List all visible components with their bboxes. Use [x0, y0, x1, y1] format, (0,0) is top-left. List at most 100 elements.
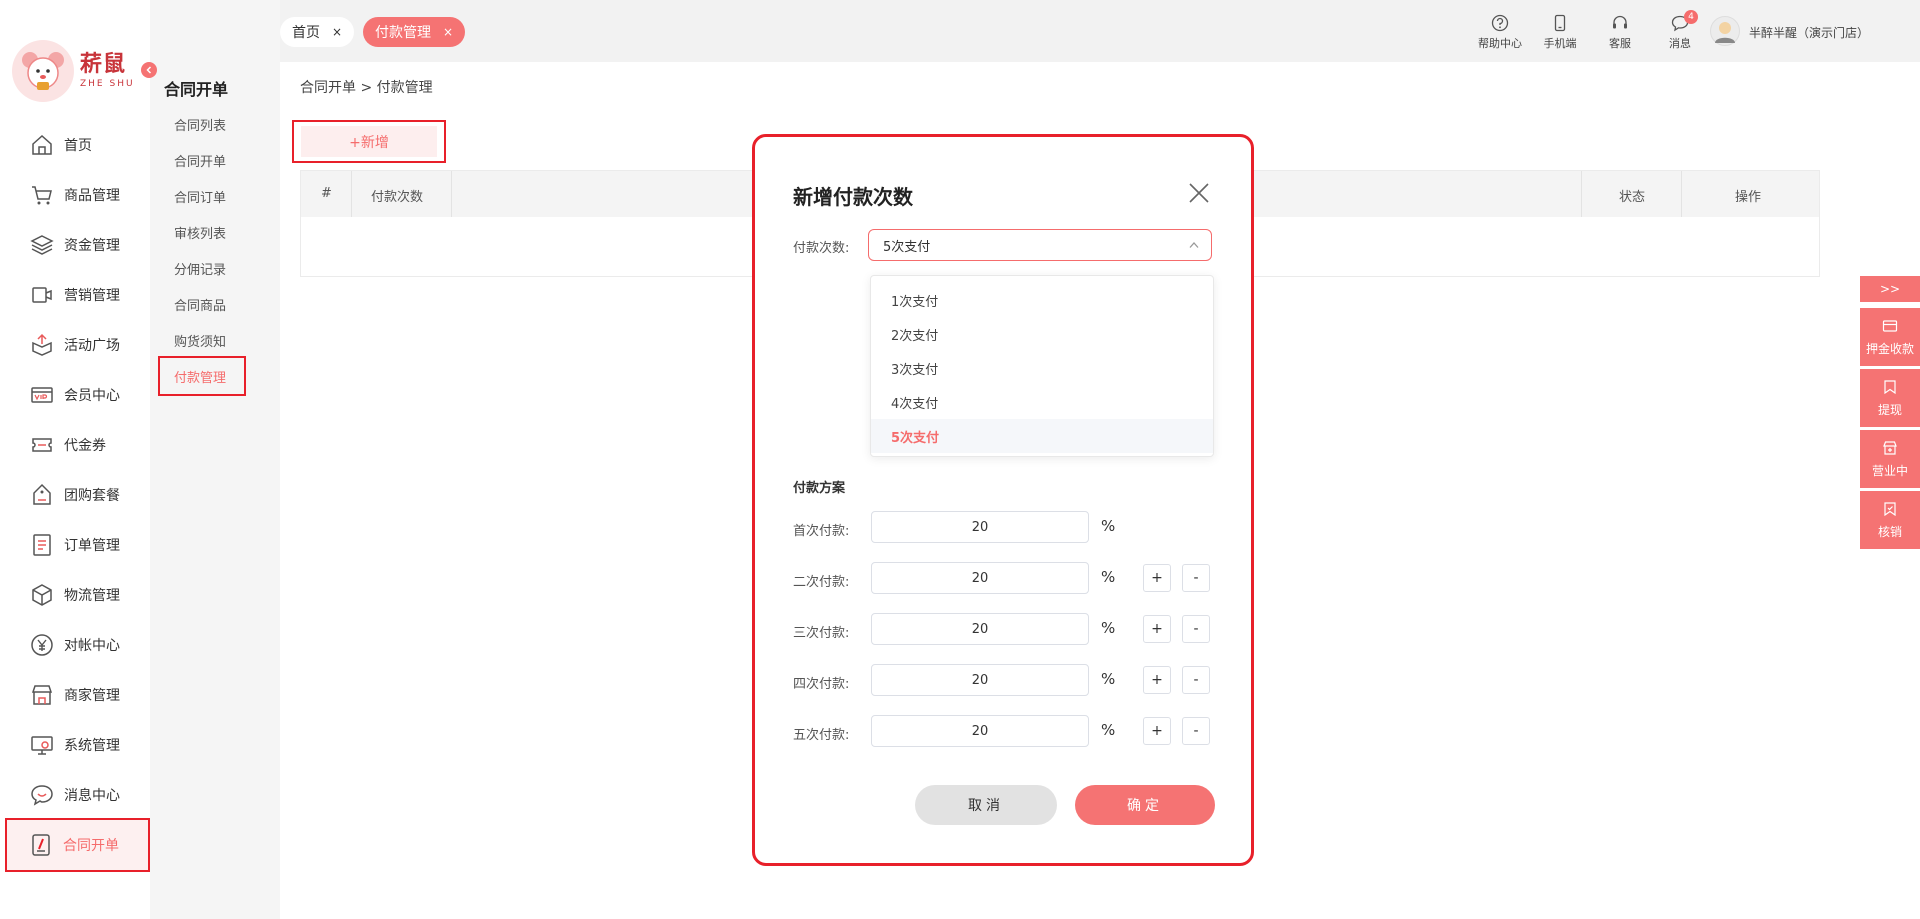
- sidebar-item-messages[interactable]: 消息中心: [6, 770, 150, 820]
- dropdown-option[interactable]: 1次支付: [871, 283, 1213, 317]
- th-index: #: [321, 186, 332, 201]
- brand-name-cn: 菥鼠: [80, 51, 127, 77]
- add-row-button[interactable]: +: [1143, 615, 1171, 643]
- add-row-button[interactable]: +: [1143, 564, 1171, 592]
- mobile-button[interactable]: 手机端: [1530, 14, 1590, 51]
- business-status-button[interactable]: 营业中: [1860, 430, 1920, 488]
- add-button[interactable]: +新增: [301, 126, 437, 157]
- second-payment-input[interactable]: [871, 562, 1089, 594]
- sidebar-item-label: 系统管理: [64, 738, 120, 754]
- withdraw-button[interactable]: 提现: [1860, 369, 1920, 427]
- sidebar-item-home[interactable]: 首页: [6, 120, 150, 170]
- panel-item-label: 押金收款: [1865, 342, 1914, 356]
- fifth-payment-input[interactable]: [871, 715, 1089, 747]
- confirm-button[interactable]: 确定: [1075, 785, 1215, 825]
- user-name[interactable]: 半醉半醒（演示门店）: [1749, 24, 1869, 41]
- payment-row-label: 三次付款:: [793, 626, 850, 641]
- deposit-collect-button[interactable]: 押金收款: [1860, 308, 1920, 366]
- sidebar-item-system[interactable]: 系统管理: [6, 720, 150, 770]
- percent-sign: %: [1101, 517, 1116, 535]
- package-icon: [32, 584, 52, 606]
- dropdown-option[interactable]: 2次支付: [871, 317, 1213, 351]
- sidebar-item-activities[interactable]: 活动广场: [6, 320, 150, 370]
- remove-row-button[interactable]: -: [1182, 615, 1210, 643]
- percent-sign: %: [1101, 670, 1116, 688]
- panel-toggle-button[interactable]: >>: [1860, 276, 1920, 302]
- user-avatar-icon: [1715, 22, 1735, 43]
- sub-item-contract-create[interactable]: 合同开单: [174, 151, 226, 170]
- add-row-button[interactable]: +: [1143, 666, 1171, 694]
- sub-item-contract-orders[interactable]: 合同订单: [174, 187, 226, 206]
- sidebar-item-members[interactable]: 会员中心: [6, 370, 150, 420]
- top-bar: 首页 × 付款管理 × 帮助中心 手机端 客服 4 消息 半醉半醒（演示门店）: [280, 0, 1920, 62]
- third-payment-input[interactable]: [871, 613, 1089, 645]
- avatar[interactable]: [1710, 16, 1740, 46]
- dropdown-option[interactable]: 3次支付: [871, 351, 1213, 385]
- payment-times-select[interactable]: 5次支付: [868, 229, 1212, 261]
- dropdown-option-selected[interactable]: 5次支付: [871, 419, 1213, 453]
- sidebar-item-label: 对帐中心: [64, 638, 120, 654]
- sidebar-item-orders[interactable]: 订单管理: [6, 520, 150, 570]
- sidebar-item-marketing[interactable]: 营销管理: [6, 270, 150, 320]
- sidebar-item-reconciliation[interactable]: 对帐中心: [6, 620, 150, 670]
- add-button-highlight: +新增: [292, 120, 446, 163]
- messages-button[interactable]: 4 消息: [1650, 10, 1710, 51]
- tab-close-icon[interactable]: ×: [332, 25, 342, 39]
- sidebar-item-funds[interactable]: 资金管理: [6, 220, 150, 270]
- card-icon: [1882, 320, 1898, 332]
- dialog-title: 新增付款次数: [793, 185, 913, 209]
- sidebar-item-contract[interactable]: 合同开单: [5, 818, 150, 872]
- cart-icon: [32, 186, 52, 205]
- sidebar-item-label: 消息中心: [64, 788, 120, 804]
- sub-item-contract-list[interactable]: 合同列表: [174, 115, 226, 134]
- sidebar-item-label: 商品管理: [64, 188, 120, 204]
- remove-row-button[interactable]: -: [1182, 717, 1210, 745]
- sidebar-item-label: 物流管理: [64, 588, 120, 604]
- payment-row-label: 二次付款:: [793, 575, 850, 590]
- sidebar-item-group-buy[interactable]: 团购套餐: [6, 470, 150, 520]
- remove-row-button[interactable]: -: [1182, 666, 1210, 694]
- message-count-badge: 4: [1684, 10, 1698, 24]
- collapse-sidebar-button[interactable]: [141, 62, 157, 78]
- fourth-payment-input[interactable]: [871, 664, 1089, 696]
- tab-close-icon[interactable]: ×: [443, 25, 453, 39]
- sidebar-item-logistics[interactable]: 物流管理: [6, 570, 150, 620]
- customer-service-button[interactable]: 客服: [1590, 14, 1650, 51]
- tool-label: 消息: [1669, 37, 1691, 50]
- bookmark-icon: [1884, 380, 1896, 395]
- tab-payment-management[interactable]: 付款管理 ×: [363, 17, 465, 47]
- verify-button[interactable]: 核销: [1860, 491, 1920, 549]
- brand-logo[interactable]: 菥鼠 ZHE SHU: [12, 40, 142, 102]
- select-value: 5次支付: [883, 239, 931, 255]
- sub-item-purchase-notice[interactable]: 购货须知: [174, 331, 226, 350]
- sub-item-review-list[interactable]: 审核列表: [174, 223, 226, 242]
- first-payment-input[interactable]: [871, 511, 1089, 543]
- percent-sign: %: [1101, 721, 1116, 739]
- panel-item-label: 营业中: [1871, 464, 1908, 478]
- close-icon[interactable]: [1188, 182, 1210, 204]
- sidebar-item-merchants[interactable]: 商家管理: [6, 670, 150, 720]
- dropdown-option[interactable]: 4次支付: [871, 385, 1213, 419]
- th-status: 状态: [1619, 190, 1646, 205]
- marketing-icon: [32, 287, 52, 303]
- tab-home[interactable]: 首页 ×: [280, 17, 354, 47]
- help-center-button[interactable]: 帮助中心: [1470, 14, 1530, 51]
- box-upload-icon: [32, 333, 52, 356]
- cancel-button[interactable]: 取消: [915, 785, 1057, 825]
- tab-label: 首页: [292, 25, 320, 41]
- sub-item-contract-products[interactable]: 合同商品: [174, 295, 226, 314]
- tag-icon: [33, 483, 51, 505]
- sidebar-item-coupons[interactable]: 代金券: [6, 420, 150, 470]
- sidebar-item-products[interactable]: 商品管理: [6, 170, 150, 220]
- sidebar-item-label: 营销管理: [64, 288, 120, 304]
- sub-sidebar: 合同开单 合同列表 合同开单 合同订单 审核列表 分佣记录 合同商品 购货须知 …: [150, 0, 280, 919]
- sub-item-commission-records[interactable]: 分佣记录: [174, 259, 226, 278]
- sub-item-payment-management[interactable]: 付款管理: [158, 356, 246, 396]
- th-divider: [1581, 171, 1582, 217]
- ticket-icon: [32, 438, 52, 452]
- mouse-mascot-icon: [12, 40, 74, 102]
- th-divider: [451, 171, 452, 217]
- remove-row-button[interactable]: -: [1182, 564, 1210, 592]
- vip-icon: [31, 387, 53, 403]
- add-row-button[interactable]: +: [1143, 717, 1171, 745]
